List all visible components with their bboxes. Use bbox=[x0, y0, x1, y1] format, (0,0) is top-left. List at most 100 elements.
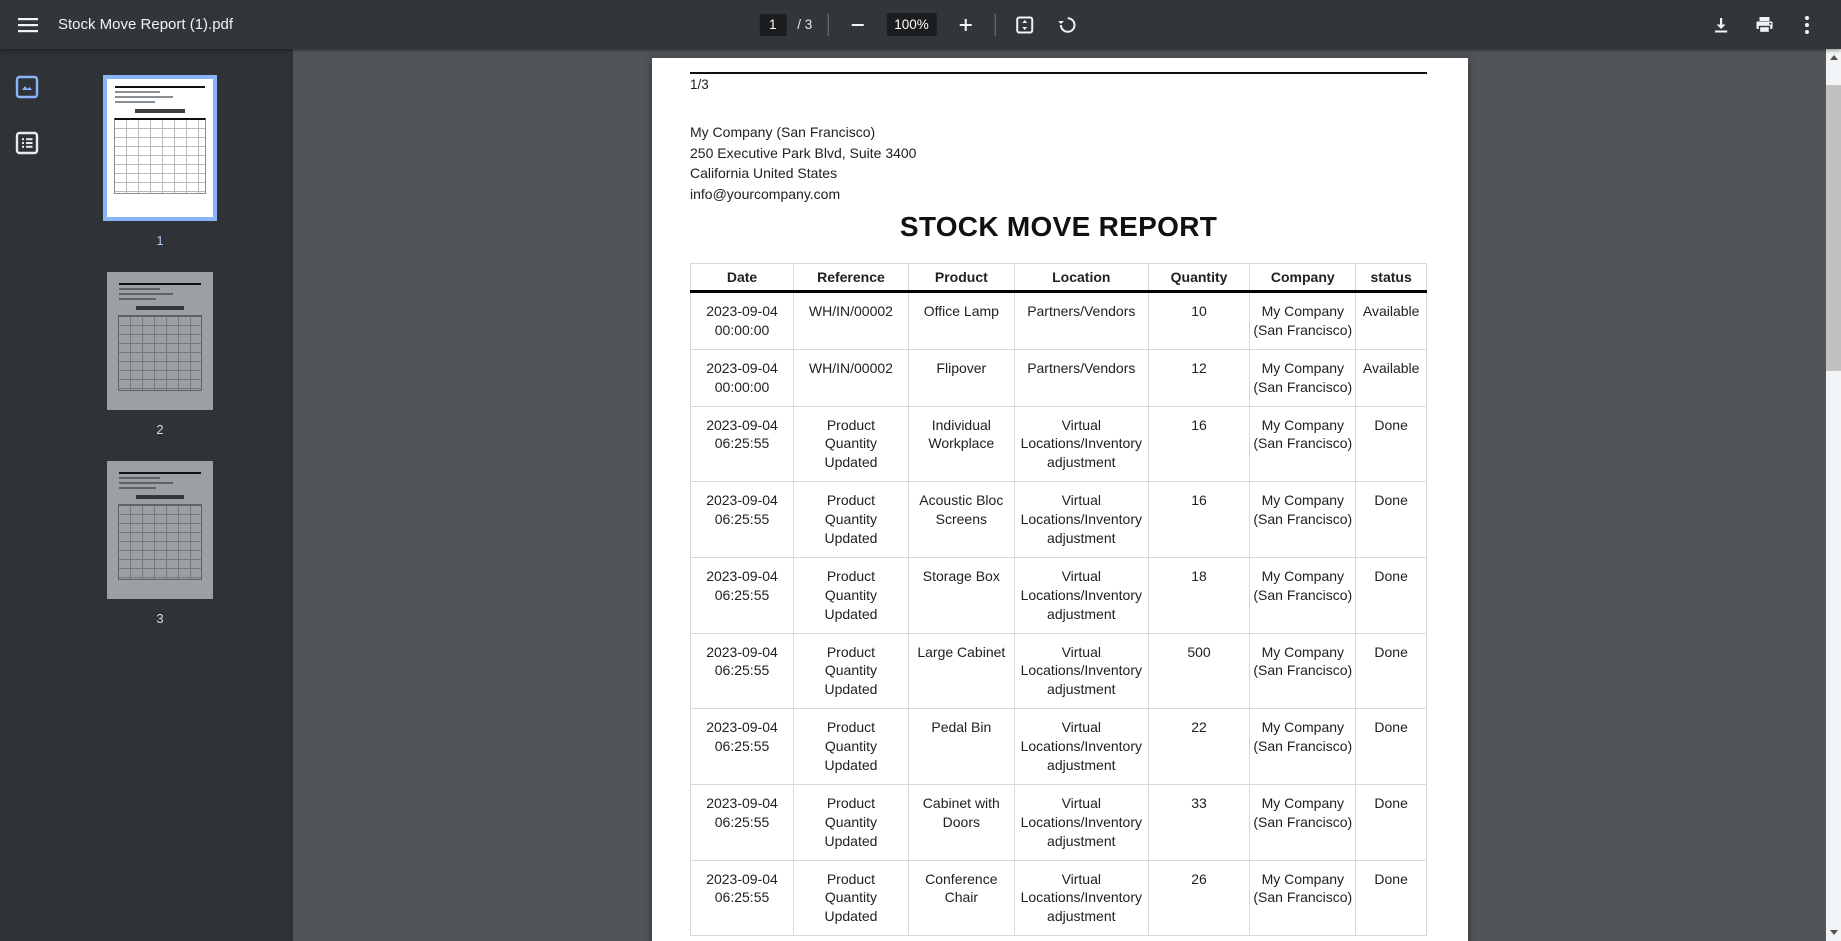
more-options-button[interactable] bbox=[1793, 11, 1821, 39]
table-cell: Cabinet with Doors bbox=[907, 783, 1015, 861]
table-cell: Product Quantity Updated bbox=[793, 556, 909, 634]
table-cell: Done bbox=[1355, 481, 1427, 558]
table-cell: Product Quantity Updated bbox=[793, 708, 909, 785]
table-cell: Virtual Locations/Inventory adjustment bbox=[1013, 556, 1149, 634]
table-cell: 12 bbox=[1147, 348, 1251, 407]
table-cell: 2023-09-04 06:25:55 bbox=[689, 405, 795, 483]
toolbar-divider bbox=[994, 13, 996, 36]
thumbnail-sidebar: 1 2 3 bbox=[0, 49, 293, 941]
thumbnail-list: 1 2 3 bbox=[60, 75, 260, 650]
download-button[interactable] bbox=[1707, 11, 1735, 39]
thumbnail-preview[interactable] bbox=[103, 75, 217, 221]
table-cell: Virtual Locations/Inventory adjustment bbox=[1013, 632, 1149, 710]
thumbnail-item[interactable]: 1 bbox=[103, 75, 217, 248]
company-name: My Company (San Francisco) bbox=[690, 124, 876, 140]
table-cell: 22 bbox=[1147, 708, 1251, 785]
table-cell: 16 bbox=[1147, 405, 1251, 483]
table-cell: 2023-09-04 06:25:55 bbox=[689, 556, 795, 634]
table-cell: Virtual Locations/Inventory adjustment bbox=[1013, 859, 1149, 937]
table-cell: 2023-09-04 06:25:55 bbox=[689, 859, 795, 937]
download-icon bbox=[1715, 17, 1728, 32]
company-region: California United States bbox=[690, 165, 838, 181]
table-row: 2023-09-04 06:25:55 Product Quantity Upda… bbox=[689, 859, 1427, 937]
stock-move-table: Date Reference Product Location Quantity Comp… bbox=[689, 263, 1427, 937]
thumbnail-view-button[interactable] bbox=[13, 73, 41, 101]
table-cell: Done bbox=[1355, 859, 1427, 937]
print-button[interactable] bbox=[1750, 11, 1778, 39]
table-cell: 18 bbox=[1147, 556, 1251, 634]
table-cell: 2023-09-04 00:00:00 bbox=[689, 348, 795, 407]
kebab-menu-icon bbox=[1805, 15, 1809, 34]
column-header: Company bbox=[1249, 263, 1357, 293]
table-cell: Individual Workplace bbox=[907, 405, 1015, 483]
scroll-down-button[interactable] bbox=[1826, 924, 1841, 941]
table-cell: My Company (San Francisco) bbox=[1249, 348, 1357, 407]
thumbnail-preview[interactable] bbox=[107, 272, 213, 410]
plus-icon bbox=[959, 18, 972, 31]
company-block: My Company (San Francisco) 250 Executive… bbox=[690, 122, 1427, 204]
thumbnail-page-number[interactable]: 1 bbox=[156, 233, 163, 248]
scroll-up-button[interactable] bbox=[1826, 49, 1841, 66]
table-row: 2023-09-04 00:00:00 WH/IN/00002 Office Lam… bbox=[689, 291, 1427, 350]
thumbnail-page-number[interactable]: 2 bbox=[156, 422, 163, 437]
table-cell: 10 bbox=[1147, 291, 1251, 350]
zoom-level[interactable]: 100% bbox=[886, 13, 937, 36]
hamburger-icon bbox=[18, 17, 38, 32]
column-header: Location bbox=[1013, 263, 1149, 293]
table-cell: WH/IN/00002 bbox=[793, 348, 909, 407]
arrow-up-icon bbox=[1829, 55, 1838, 60]
thumbnail-item[interactable]: 2 bbox=[107, 272, 213, 437]
fit-to-page-button[interactable] bbox=[1011, 11, 1039, 39]
table-cell: Virtual Locations/Inventory adjustment bbox=[1013, 481, 1149, 558]
column-header: Product bbox=[907, 263, 1015, 293]
table-cell: Done bbox=[1355, 783, 1427, 861]
table-cell: 33 bbox=[1147, 783, 1251, 861]
table-cell: Available bbox=[1355, 291, 1427, 350]
table-cell: Office Lamp bbox=[907, 291, 1015, 350]
table-cell: Product Quantity Updated bbox=[793, 859, 909, 937]
zoom-out-button[interactable] bbox=[843, 11, 871, 39]
table-cell: Product Quantity Updated bbox=[793, 632, 909, 710]
table-cell: Flipover bbox=[907, 348, 1015, 407]
document-viewport[interactable]: 1/3 My Company (San Francisco) 250 Execu… bbox=[293, 49, 1841, 941]
table-cell: Virtual Locations/Inventory adjustment bbox=[1013, 405, 1149, 483]
table-cell: Available bbox=[1355, 348, 1427, 407]
table-cell: My Company (San Francisco) bbox=[1249, 556, 1357, 634]
table-cell: Product Quantity Updated bbox=[793, 405, 909, 483]
header-rule bbox=[690, 72, 1427, 74]
table-cell: My Company (San Francisco) bbox=[1249, 708, 1357, 785]
toolbar-divider bbox=[827, 13, 829, 36]
table-cell: Product Quantity Updated bbox=[793, 783, 909, 861]
thumbnail-item[interactable]: 3 bbox=[107, 461, 213, 626]
table-cell: 2023-09-04 06:25:55 bbox=[689, 708, 795, 785]
table-cell: 26 bbox=[1147, 859, 1251, 937]
table-cell: 16 bbox=[1147, 481, 1251, 558]
page-count: / 3 bbox=[797, 17, 813, 32]
table-cell: WH/IN/00002 bbox=[793, 291, 909, 350]
table-cell: Done bbox=[1355, 708, 1427, 785]
table-cell: My Company (San Francisco) bbox=[1249, 405, 1357, 483]
outline-view-button[interactable] bbox=[13, 129, 41, 157]
table-row: 2023-09-04 06:25:55 Product Quantity Upda… bbox=[689, 481, 1427, 558]
table-row: 2023-09-04 06:25:55 Product Quantity Upda… bbox=[689, 632, 1427, 710]
rotate-button[interactable] bbox=[1054, 11, 1082, 39]
table-cell: 2023-09-04 06:25:55 bbox=[689, 481, 795, 558]
column-header: Date bbox=[689, 263, 795, 293]
table-row: 2023-09-04 00:00:00 WH/IN/00002 Flipover Pa… bbox=[689, 348, 1427, 407]
table-cell: 500 bbox=[1147, 632, 1251, 710]
table-cell: Partners/Vendors bbox=[1013, 348, 1149, 407]
table-cell: Virtual Locations/Inventory adjustment bbox=[1013, 783, 1149, 861]
vertical-scrollbar[interactable] bbox=[1826, 49, 1841, 941]
table-cell: 2023-09-04 00:00:00 bbox=[689, 291, 795, 350]
table-cell: My Company (San Francisco) bbox=[1249, 783, 1357, 861]
thumbnail-preview[interactable] bbox=[107, 461, 213, 599]
thumbnail-page-number[interactable]: 3 bbox=[156, 611, 163, 626]
minus-icon bbox=[851, 23, 864, 26]
zoom-in-button[interactable] bbox=[952, 11, 980, 39]
scrollbar-thumb[interactable] bbox=[1826, 85, 1841, 371]
table-cell: Pedal Bin bbox=[907, 708, 1015, 785]
pdf-toolbar: Stock Move Report (1).pdf / 3 100% bbox=[0, 0, 1841, 49]
page-number-input[interactable] bbox=[759, 13, 787, 36]
menu-button[interactable] bbox=[14, 11, 42, 39]
table-cell: 2023-09-04 06:25:55 bbox=[689, 632, 795, 710]
